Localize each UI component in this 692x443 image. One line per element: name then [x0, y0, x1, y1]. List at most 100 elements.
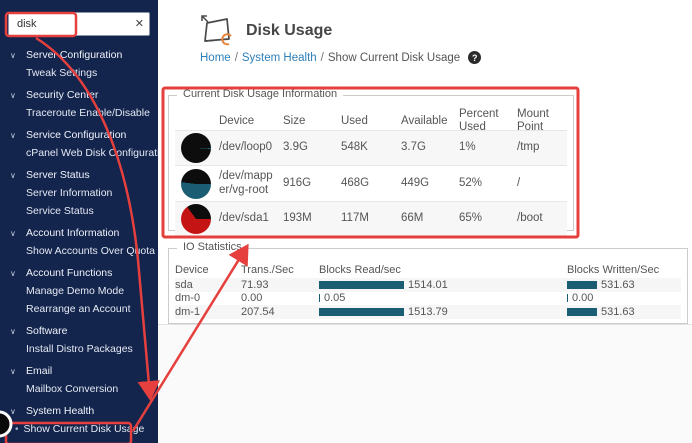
cell-blocks-written: 0.00 — [572, 292, 593, 304]
sidebar-item-mailbox-conversion[interactable]: Mailbox Conversion — [0, 380, 158, 398]
sidebar-section-system-health[interactable]: ∨ System Health — [0, 402, 158, 420]
table-row: dm-1 207.54 1513.79 531.63 — [175, 305, 681, 319]
sidebar-section-label: Security Center — [26, 89, 98, 101]
chevron-down-icon: ∨ — [10, 91, 26, 100]
sidebar-item-tweak-settings[interactable]: Tweak Settings — [0, 64, 158, 82]
chevron-down-icon: ∨ — [10, 51, 26, 60]
cell-blocks-written: 531.63 — [601, 279, 635, 291]
cell-mount-point: / — [517, 175, 567, 192]
column-header-used: Used — [341, 113, 401, 130]
io-statistics-table: Device Trans./Sec Blocks Read/sec Blocks… — [175, 261, 681, 319]
cell-available: 66M — [401, 210, 459, 227]
sidebar-section-service-configuration[interactable]: ∨ Service Configuration — [0, 126, 158, 144]
sidebar-item-traceroute-enable-disable[interactable]: Traceroute Enable/Disable — [0, 104, 158, 122]
chevron-down-icon: ∨ — [10, 229, 26, 238]
cell-trans-per-sec: 71.93 — [241, 279, 319, 291]
blocks-written-bar — [567, 294, 568, 302]
cell-percent-used: 65% — [459, 210, 517, 227]
sidebar-section-label: Server Configuration — [26, 49, 122, 61]
sidebar-item-service-status[interactable]: Service Status — [0, 202, 158, 220]
cell-device: /dev/mapper/vg-root — [219, 168, 283, 198]
column-header-icon-spacer — [175, 119, 219, 123]
cell-device: dm-0 — [175, 292, 241, 304]
cell-used: 468G — [341, 175, 401, 192]
page-header: Disk Usage — [198, 13, 332, 49]
sidebar-section-email[interactable]: ∨ Email — [0, 362, 158, 380]
breadcrumb-link-system-health[interactable]: System Health — [242, 52, 317, 64]
sidebar-section-label: System Health — [26, 405, 94, 417]
sidebar-section-label: Software — [26, 325, 67, 337]
sidebar-item-rearrange-an-account[interactable]: Rearrange an Account — [0, 300, 158, 318]
disk-usage-table: Device Size Used Available Percent Used … — [175, 106, 567, 237]
sidebar: ✕ ∨ Server Configuration Tweak Settings … — [0, 0, 158, 443]
panel-legend: Current Disk Usage Information — [177, 88, 343, 100]
blocks-written-bar — [567, 281, 597, 289]
cell-device: /dev/sda1 — [219, 210, 283, 227]
main-content: Disk Usage Home / System Health / Show C… — [158, 0, 692, 443]
disk-pie-chart — [181, 204, 211, 234]
column-header-blocks-written: Blocks Written/Sec — [567, 264, 681, 276]
table-row: dm-0 0.00 0.05 0.00 — [175, 292, 681, 306]
sidebar-item-show-accounts-over-quota[interactable]: Show Accounts Over Quota — [0, 242, 158, 260]
column-header-available: Available — [401, 113, 459, 130]
table-row: /dev/sda1 193M 117M 66M 65% /boot — [175, 201, 567, 237]
column-header-trans-per-sec: Trans./Sec — [241, 264, 319, 276]
sidebar-group-software: ∨ Software Install Distro Packages — [0, 322, 158, 358]
cell-blocks-read: 0.05 — [324, 292, 345, 304]
sidebar-section-account-information[interactable]: ∨ Account Information — [0, 224, 158, 242]
sidebar-item-label: Service Status — [26, 205, 94, 217]
sidebar-item-label: Tweak Settings — [26, 67, 97, 79]
sidebar-item-manage-demo-mode[interactable]: Manage Demo Mode — [0, 282, 158, 300]
sidebar-item-label: Rearrange an Account — [26, 303, 131, 315]
sidebar-item-label: Server Information — [26, 187, 112, 199]
cell-available: 449G — [401, 175, 459, 192]
clear-search-icon[interactable]: ✕ — [135, 16, 144, 32]
cell-size: 3.9G — [283, 139, 341, 156]
sidebar-item-cpanel-web-disk-configuration[interactable]: cPanel Web Disk Configuration — [0, 144, 158, 162]
blocks-read-bar — [319, 294, 320, 302]
cell-percent-used: 52% — [459, 175, 517, 192]
search-input[interactable] — [8, 12, 150, 36]
sidebar-item-label: Install Distro Packages — [26, 343, 133, 355]
sidebar-section-security-center[interactable]: ∨ Security Center — [0, 86, 158, 104]
sidebar-group-account-information: ∨ Account Information Show Accounts Over… — [0, 224, 158, 260]
sidebar-section-server-configuration[interactable]: ∨ Server Configuration — [0, 46, 158, 64]
help-icon[interactable]: ? — [468, 51, 481, 64]
sidebar-item-server-information[interactable]: Server Information — [0, 184, 158, 202]
cell-blocks-read: 1513.79 — [408, 306, 448, 318]
sidebar-section-account-functions[interactable]: ∨ Account Functions — [0, 264, 158, 282]
disk-pie-chart — [181, 169, 211, 199]
column-header-size: Size — [283, 113, 341, 130]
sidebar-item-show-current-disk-usage[interactable]: • Show Current Disk Usage — [0, 420, 158, 438]
sidebar-section-label: Server Status — [26, 169, 90, 181]
page-background — [158, 324, 692, 443]
blocks-read-bar — [319, 308, 404, 316]
chevron-down-icon: ∨ — [10, 171, 26, 180]
disk-pie-chart — [181, 133, 211, 163]
cell-mount-point: /tmp — [517, 139, 567, 156]
panel-legend: IO Statistics — [177, 241, 248, 253]
table-row: sda 71.93 1514.01 531.63 — [175, 278, 681, 292]
cell-trans-per-sec: 0.00 — [241, 292, 319, 304]
sidebar-item-label: Traceroute Enable/Disable — [26, 107, 150, 119]
table-header-row: Device Trans./Sec Blocks Read/sec Blocks… — [175, 261, 681, 278]
sidebar-section-label: Account Information — [26, 227, 119, 239]
sidebar-item-label: Show Current Disk Usage — [24, 423, 145, 435]
chevron-down-icon: ∨ — [10, 407, 26, 416]
page-title: Disk Usage — [246, 22, 332, 40]
cell-available: 3.7G — [401, 139, 459, 156]
cell-blocks-read: 1514.01 — [408, 279, 448, 291]
cell-blocks-written: 531.63 — [601, 306, 635, 318]
sidebar-section-server-status[interactable]: ∨ Server Status — [0, 166, 158, 184]
breadcrumb: Home / System Health / Show Current Disk… — [200, 51, 481, 64]
sidebar-section-software[interactable]: ∨ Software — [0, 322, 158, 340]
io-statistics-panel: IO Statistics Device Trans./Sec Blocks R… — [168, 248, 688, 324]
sidebar-group-service-configuration: ∨ Service Configuration cPanel Web Disk … — [0, 126, 158, 162]
cell-size: 193M — [283, 210, 341, 227]
cell-percent-used: 1% — [459, 139, 517, 156]
breadcrumb-link-home[interactable]: Home — [200, 52, 231, 64]
cell-size: 916G — [283, 175, 341, 192]
column-header-blocks-read: Blocks Read/sec — [319, 264, 567, 276]
column-header-percent-used: Percent Used — [459, 106, 517, 136]
sidebar-item-install-distro-packages[interactable]: Install Distro Packages — [0, 340, 158, 358]
